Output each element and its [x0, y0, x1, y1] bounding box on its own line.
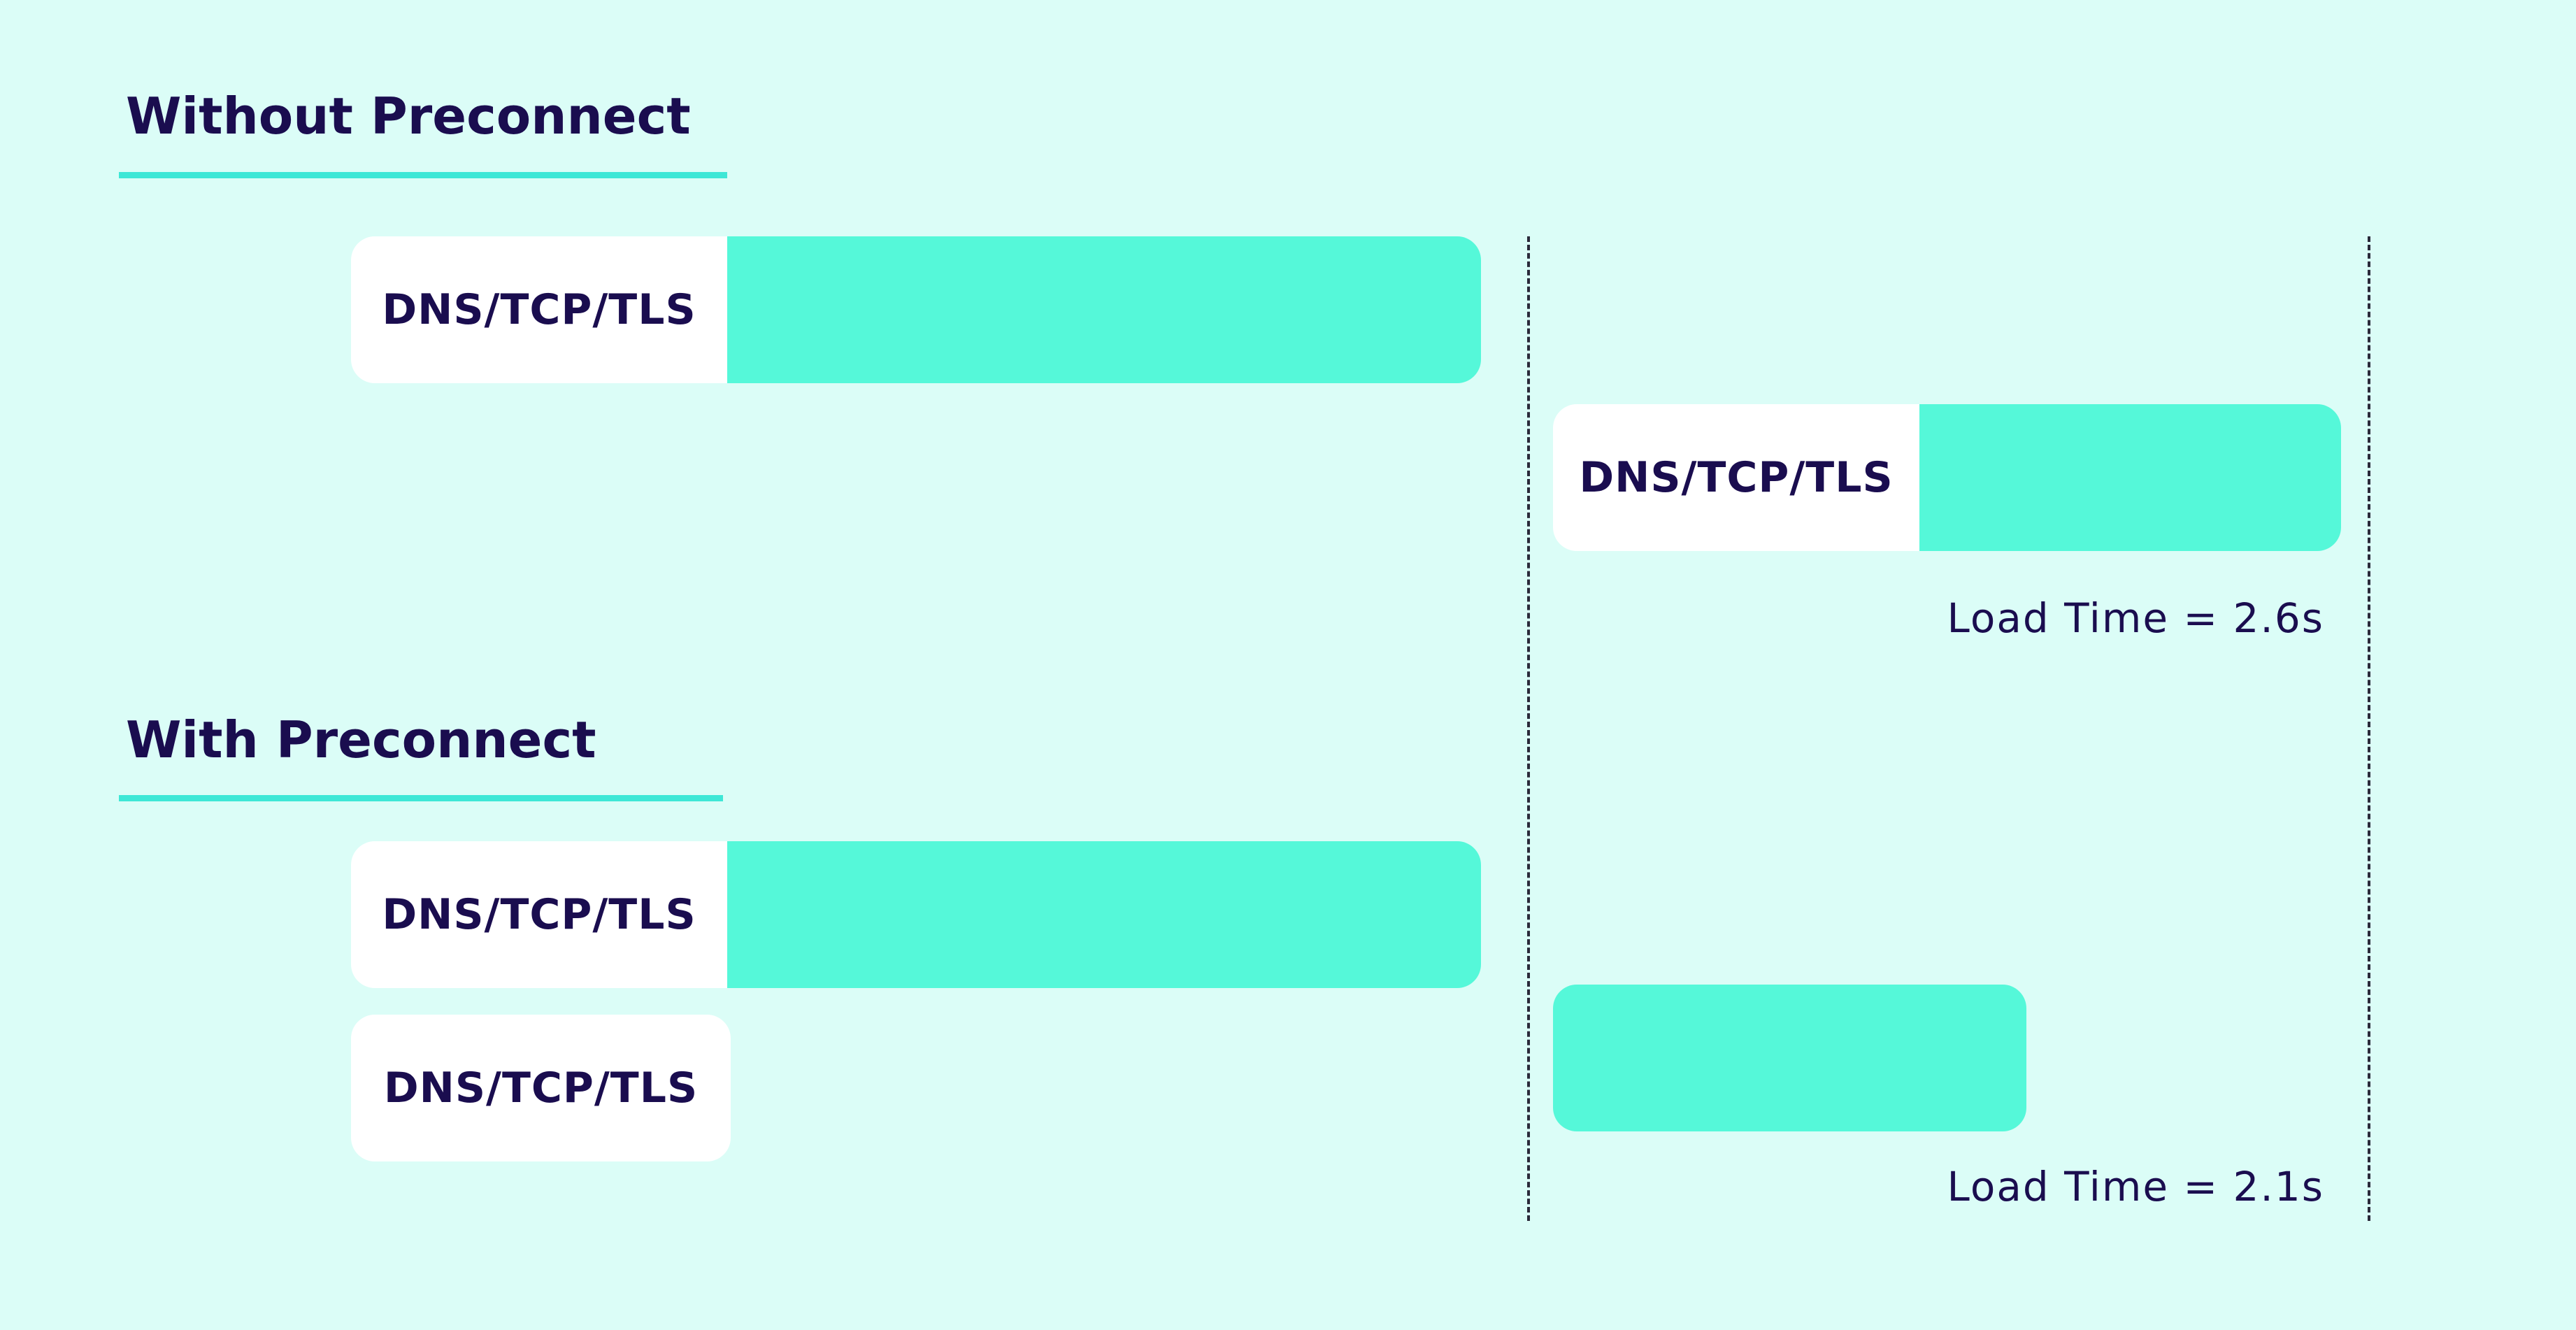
with-connection-bar-1-label: DNS/TCP/TLS	[351, 841, 727, 988]
without-connection-bar-2-label: DNS/TCP/TLS	[1553, 404, 1919, 551]
without-connection-bar-1: DNS/TCP/TLS	[351, 236, 1481, 383]
without-preconnect-underline	[119, 172, 727, 178]
without-connection-bar-2: DNS/TCP/TLS	[1553, 404, 2341, 551]
with-load-time: Load Time = 2.1s	[1947, 1163, 2324, 1210]
without-connection-bar-1-fill	[727, 236, 1481, 383]
with-preconnect-bar-label: DNS/TCP/TLS	[351, 1015, 731, 1161]
with-connection-bar-2-fill	[1553, 985, 2026, 1131]
without-connection-bar-1-label: DNS/TCP/TLS	[351, 236, 727, 383]
with-preconnect-title: With Preconnect	[126, 710, 596, 769]
timeline-marker-end	[2368, 236, 2370, 1221]
with-connection-bar-1-fill	[727, 841, 1481, 988]
without-load-time: Load Time = 2.6s	[1947, 594, 2324, 642]
without-connection-bar-2-fill	[1919, 404, 2341, 551]
timeline-marker-mid	[1527, 236, 1530, 1221]
with-preconnect-bar: DNS/TCP/TLS	[351, 1015, 731, 1161]
without-preconnect-title: Without Preconnect	[126, 87, 691, 145]
with-preconnect-underline	[119, 795, 723, 801]
with-connection-bar-2	[1553, 985, 2026, 1131]
with-connection-bar-1: DNS/TCP/TLS	[351, 841, 1481, 988]
